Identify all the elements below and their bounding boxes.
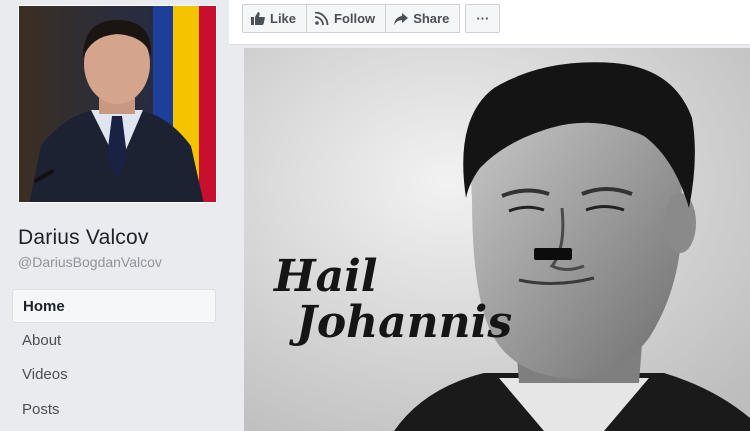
more-dots-icon: ··· xyxy=(476,11,490,26)
nav-item-about[interactable]: About xyxy=(12,324,216,358)
follow-label: Follow xyxy=(334,11,376,26)
page-handle[interactable]: @DariusBogdanValcov xyxy=(18,254,162,270)
page-nav: Home About Videos Posts xyxy=(12,289,216,427)
image-caption: Hail Johannis xyxy=(274,255,512,345)
share-label: Share xyxy=(413,11,450,26)
action-bar: Like Follow Share ··· xyxy=(229,0,750,45)
nav-item-videos[interactable]: Videos xyxy=(12,358,216,392)
page-name[interactable]: Darius Valcov xyxy=(18,226,149,250)
caption-line-2: Johannis xyxy=(296,297,513,348)
more-options-button[interactable]: ··· xyxy=(465,4,501,33)
share-arrow-icon xyxy=(394,12,409,25)
action-buttons: Like Follow Share ··· xyxy=(242,4,501,34)
caption-line-1: Hail xyxy=(274,251,378,302)
nav-item-posts[interactable]: Posts xyxy=(12,393,216,427)
like-label: Like xyxy=(270,11,297,26)
share-button[interactable]: Share xyxy=(385,4,461,33)
portrait-image xyxy=(244,48,750,431)
like-button[interactable]: Like xyxy=(242,4,308,33)
profile-photo-image xyxy=(19,6,216,202)
follow-button[interactable]: Follow xyxy=(306,4,387,33)
left-column: Darius Valcov @DariusBogdanValcov Home A… xyxy=(0,0,229,431)
rss-icon xyxy=(315,12,329,25)
nav-item-home[interactable]: Home xyxy=(12,289,216,323)
profile-photo[interactable] xyxy=(18,5,217,203)
thumbs-up-icon xyxy=(251,12,265,25)
post-image[interactable]: Hail Johannis xyxy=(244,48,750,431)
